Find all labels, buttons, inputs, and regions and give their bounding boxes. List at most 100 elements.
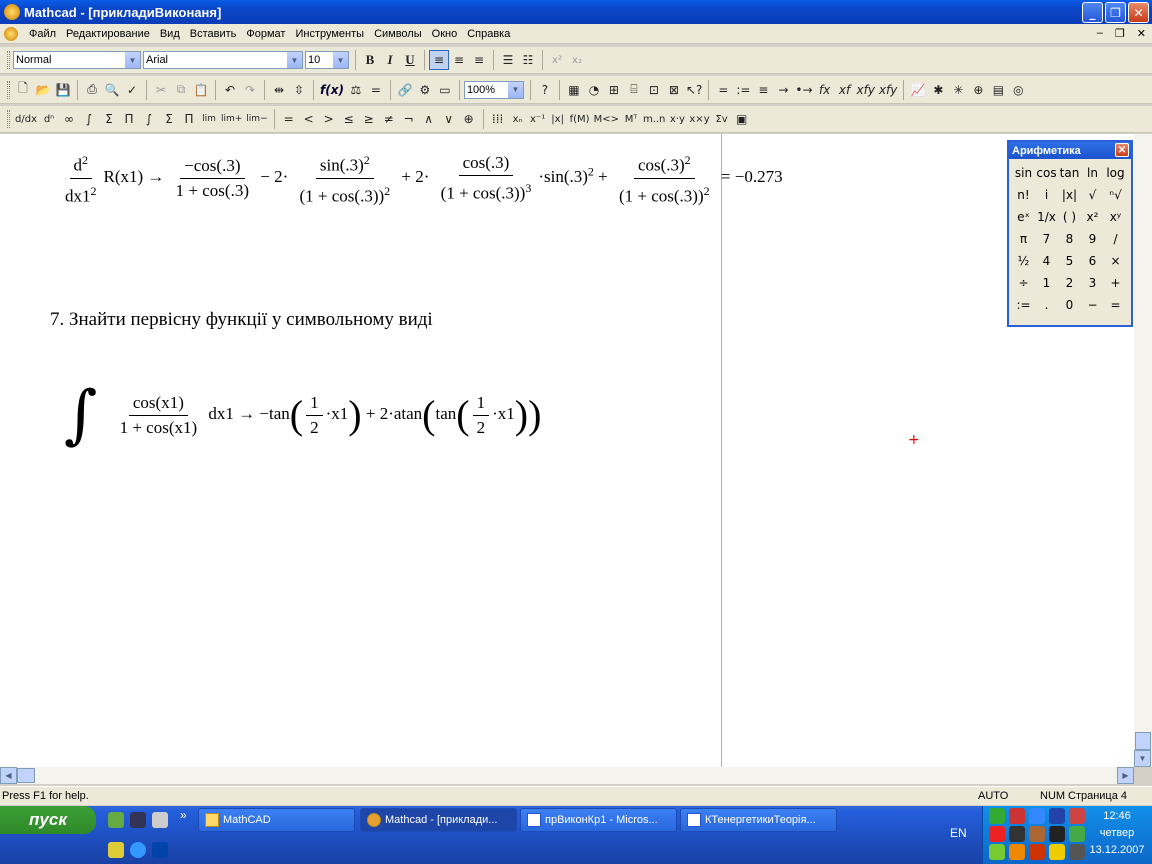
palette-key[interactable]: 8 [1058,228,1081,250]
palette-key[interactable]: log [1104,162,1127,184]
limit-icon[interactable]: lim [199,109,219,129]
determinant-icon[interactable]: |x| [548,109,568,129]
font-select[interactable]: Arial ▼ [143,51,303,69]
menu-view[interactable]: Вид [155,28,185,40]
palette-close-icon[interactable]: ✕ [1115,143,1129,157]
horizontal-scroll-thumb[interactable] [17,768,35,783]
definite-integral-icon[interactable]: ∫ [79,109,99,129]
prefix-button[interactable]: fx [815,80,835,100]
align-center-icon[interactable]: ≡ [449,50,469,70]
symbolic-eval-button[interactable]: → [773,80,793,100]
palette-key[interactable]: sin [1012,162,1035,184]
op-geq-button[interactable]: ≥ [359,109,379,129]
numbering-icon[interactable]: ☷ [518,50,538,70]
programming-icon[interactable]: ⌸ [624,80,644,100]
palette-key[interactable]: := [1012,294,1035,316]
palette-key[interactable]: 6 [1081,250,1104,272]
op-less-button[interactable]: < [299,109,319,129]
subscript-icon[interactable]: x₂ [567,50,587,70]
palette-key[interactable]: eˣ [1012,206,1035,228]
op-equal-button[interactable]: = [279,109,299,129]
insert-unit-icon[interactable]: ⚖ [346,80,366,100]
limit-right-icon[interactable]: lim+ [219,109,244,129]
tray-icon[interactable] [1009,808,1025,824]
palette-key[interactable]: xʸ [1104,206,1127,228]
palette-key[interactable]: 1 [1035,272,1058,294]
vertical-scroll-thumb[interactable] [1135,732,1151,750]
summation-icon[interactable]: Σ [159,109,179,129]
graph-3d-bar-icon[interactable]: ▤ [988,80,1008,100]
palette-key[interactable]: cos [1035,162,1058,184]
define-button[interactable]: := [733,80,753,100]
language-indicator[interactable]: EN [950,826,967,840]
paste-icon[interactable]: 📋 [191,80,211,100]
palette-title-bar[interactable]: Арифметика ✕ [1009,142,1131,159]
op-and-button[interactable]: ∧ [419,109,439,129]
menu-edit[interactable]: Редактирование [61,28,155,40]
menu-help[interactable]: Справка [462,28,515,40]
graph-toolbar-icon[interactable]: ▦ [564,80,584,100]
doc-minimize-button[interactable]: – [1097,27,1103,40]
palette-key[interactable]: + [1104,272,1127,294]
op-not-button[interactable]: ¬ [399,109,419,129]
inverse-icon[interactable]: x⁻¹ [528,109,548,129]
run-script-icon[interactable]: ▭ [435,80,455,100]
palette-key[interactable]: − [1081,294,1104,316]
op-neq-button[interactable]: ≠ [379,109,399,129]
subscript-vector-icon[interactable]: xₙ [508,109,528,129]
calculate-icon[interactable]: = [366,80,386,100]
cross-product-icon[interactable]: x×y [687,109,711,129]
calculus-icon[interactable]: ⊠ [664,80,684,100]
toolbar-grip[interactable] [7,80,10,99]
minimize-button[interactable]: _ [1082,2,1103,23]
section-heading[interactable]: 7. Знайти первісну функції у символьному… [50,309,433,331]
tray-icon[interactable] [989,844,1005,860]
indefinite-integral-icon[interactable]: ∫ [139,109,159,129]
palette-key[interactable]: tan [1058,162,1081,184]
toolbar-grip[interactable] [7,110,10,128]
infix-button[interactable]: xfy [855,80,877,100]
palette-key[interactable]: ( ) [1058,206,1081,228]
derivative-icon[interactable]: d/dx [13,109,39,129]
palette-key[interactable]: π [1012,228,1035,250]
palette-key[interactable]: ln [1081,162,1104,184]
clock[interactable]: 12:46 четвер 13.12.2007 [1082,808,1152,859]
save-icon[interactable]: 💾 [53,80,73,100]
tray-icon[interactable] [1029,808,1045,824]
tray-icon[interactable] [1009,826,1025,842]
scroll-left-arrow[interactable]: ◀ [0,767,17,784]
taskbar-button-word-1[interactable]: прВиконКр1 - Micros... [520,808,677,832]
matrix-insert-icon[interactable]: ⁞⁞⁞ [488,109,508,129]
insert-hyperlink-icon[interactable]: 🔗 [395,80,415,100]
palette-key[interactable]: ½ [1012,250,1035,272]
taskbar-button-mathcad-folder[interactable]: MathCAD [198,808,355,832]
italic-button[interactable]: I [380,50,400,70]
tray-icon[interactable] [989,808,1005,824]
vector-sum-icon[interactable]: Σv [712,109,732,129]
matrix-icon[interactable]: ⊞ [604,80,624,100]
taskbar-button-mathcad-doc[interactable]: Mathcad - [приклади... [360,808,517,832]
zoom-select[interactable]: 100% ▼ [463,80,524,99]
symbolic-icon[interactable]: ⊡ [644,80,664,100]
menu-insert[interactable]: Вставить [185,28,242,40]
align-left-icon[interactable]: ≡ [429,50,449,70]
palette-key[interactable]: 5 [1058,250,1081,272]
align-across-icon[interactable]: ⇹ [269,80,289,100]
print-icon[interactable]: ⎙ [82,80,102,100]
quicklaunch-browser-icon[interactable] [152,812,168,828]
palette-key[interactable]: x² [1081,206,1104,228]
tray-icon[interactable] [1049,808,1065,824]
bold-button[interactable]: B [360,50,380,70]
style-select[interactable]: Normal ▼ [13,51,141,69]
resource-center-icon[interactable]: ? [535,80,555,100]
document-icon[interactable] [4,26,18,41]
graph-scatter-icon[interactable]: ◎ [1008,80,1028,100]
underline-button[interactable]: U [400,50,420,70]
palette-key[interactable]: 3 [1081,272,1104,294]
palette-key[interactable]: × [1104,250,1127,272]
op-xor-button[interactable]: ⊕ [459,109,479,129]
summation-range-icon[interactable]: Σ [99,109,119,129]
worksheet[interactable]: d2 dx12 R(x1) → −cos(.3) 1 + cos(.3) − 2… [0,134,1134,767]
quicklaunch-ie-icon[interactable] [130,842,146,858]
tray-icon[interactable] [1009,844,1025,860]
